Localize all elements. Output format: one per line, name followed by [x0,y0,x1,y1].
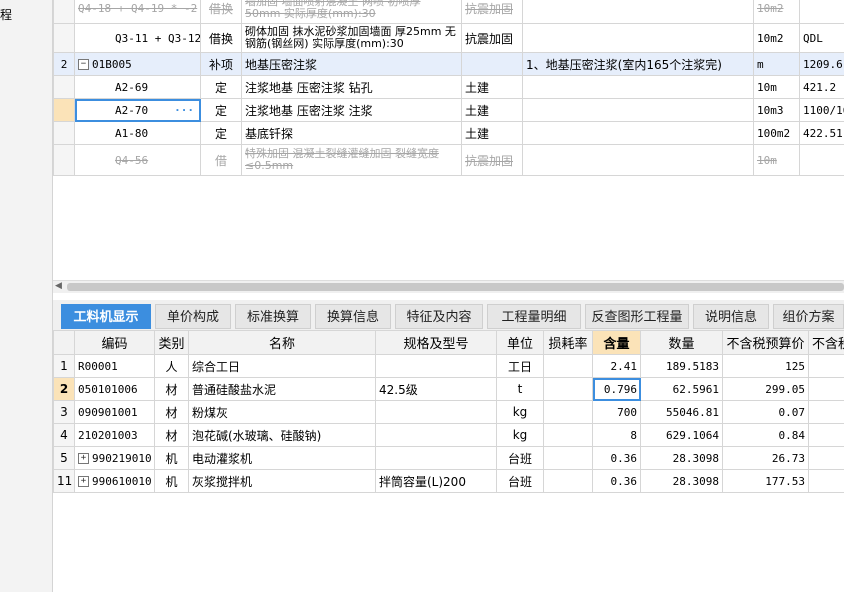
tab-notes[interactable]: 说明信息 [693,304,769,329]
code-cell-active[interactable]: A2-70 ··· [74,98,201,122]
col-content[interactable]: 含量 [592,330,641,355]
code-cell[interactable]: A1-80 [74,121,201,145]
collapse-icon[interactable]: − [78,59,89,70]
col-quantity[interactable]: 数量 [640,330,723,355]
top-row-0[interactable]: Q4-18 + Q4-19 * -2 借换 墙加固 墙面喷射混凝土 网喷 初喷厚… [53,0,844,24]
tab-unit-price[interactable]: 单价构成 [155,304,231,329]
col-loss-rate[interactable]: 损耗率 [543,330,593,355]
top-row-5[interactable]: A1-80 定 基底钎探 土建 100m2 422.51 [53,121,844,145]
col-pretax-price[interactable]: 不含税预算价 [722,330,809,355]
tab-quantity-details[interactable]: 工程量明细 [487,304,581,329]
horizontal-scrollbar[interactable]: ◀ [53,280,844,293]
code-cell[interactable]: Q4-56 [74,144,201,176]
left-panel: 程 [0,0,53,592]
top-row-2[interactable]: 2 −01B005 补项 地基压密注浆 1、地基压密注浆(室内165个注浆完) … [53,52,844,76]
scroll-left-icon[interactable]: ◀ [55,281,62,291]
table-row[interactable]: 5 +990219010 机 电动灌浆机 台班 0.36 28.3098 26.… [53,446,844,470]
col-name[interactable]: 名称 [188,330,376,355]
top-row-4[interactable]: A2-70··· 定 注浆地基 压密注浆 注浆 土建 10m3 1100/16 [53,98,844,122]
col-spec[interactable]: 规格及型号 [375,330,497,355]
tab-conversion-info[interactable]: 换算信息 [315,304,391,329]
expand-icon[interactable]: + [78,476,89,487]
more-options-icon[interactable]: ··· [174,104,194,117]
top-grid: Q4-18 + Q4-19 * -2 借换 墙加固 墙面喷射混凝土 网喷 初喷厚… [53,0,844,176]
table-row[interactable]: 1 R00001 人 综合工日 工日 2.41 189.5183 125 [53,354,844,378]
header-row: 编码 类别 名称 规格及型号 单位 损耗率 含量 数量 不含税预算价 不含税 [53,330,844,355]
col-unit[interactable]: 单位 [496,330,544,355]
tab-reverse-lookup[interactable]: 反查图形工程量 [585,304,689,329]
code-cell[interactable]: Q4-18 + Q4-19 * -2 [74,0,201,24]
col-pretax-more[interactable]: 不含税 [808,330,844,355]
code-cell[interactable]: A2-69 [74,75,201,99]
resource-grid: 编码 类别 名称 规格及型号 单位 损耗率 含量 数量 不含税预算价 不含税 1… [53,330,844,493]
col-category[interactable]: 类别 [154,330,189,355]
top-row-6[interactable]: Q4-56 借 特殊加固 混凝土裂缝灌缝加固 裂缝宽度≤0.5mm 抗震加固 1… [53,144,844,176]
code-cell[interactable]: Q3-11 + Q3-12 [74,23,201,53]
col-code[interactable]: 编码 [74,330,155,355]
tab-pricing-scheme[interactable]: 组价方案 [773,304,844,329]
top-row-3[interactable]: A2-69 定 注浆地基 压密注浆 钻孔 土建 10m 421.2 [53,75,844,99]
top-grid-area: Q4-18 + Q4-19 * -2 借换 墙加固 墙面喷射混凝土 网喷 初喷厚… [53,0,844,280]
table-row[interactable]: 11 +990610010 机 灰浆搅拌机 拌筒容量(L)200 台班 0.36… [53,469,844,493]
tab-material-display[interactable]: 工料机显示 [61,304,151,329]
top-row-1[interactable]: Q3-11 + Q3-12 借换 砌体加固 抹水泥砂浆加固墙面 厚25mm 无钢… [53,23,844,53]
table-row[interactable]: 4 210201003 材 泡花碱(水玻璃、硅酸钠) kg 8 629.1064… [53,423,844,447]
tab-features[interactable]: 特征及内容 [395,304,483,329]
table-row[interactable]: 3 090901001 材 粉煤灰 kg 700 55046.81 0.07 [53,400,844,424]
code-cell[interactable]: −01B005 [74,52,201,76]
scrollbar-thumb[interactable] [67,283,844,291]
left-panel-label: 程 [0,8,13,22]
expand-icon[interactable]: + [78,453,89,464]
tab-standard-conversion[interactable]: 标准换算 [235,304,311,329]
tab-bar: 工料机显示 单价构成 标准换算 换算信息 特征及内容 工程量明细 反查图形工程量… [53,300,844,331]
table-row[interactable]: 2 050101006 材 普通硅酸盐水泥 42.5级 t 0.796 62.5… [53,377,844,401]
content-cell-active[interactable]: 0.796 [592,377,641,401]
corner-cell [53,330,75,355]
